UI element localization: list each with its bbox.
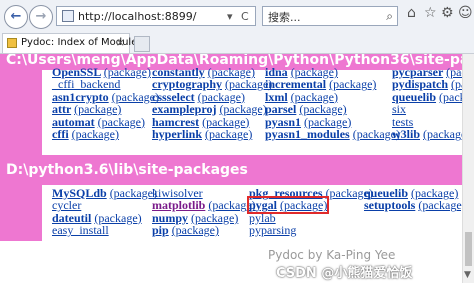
forward-button[interactable]: → xyxy=(29,5,53,29)
new-tab-button[interactable] xyxy=(134,36,150,52)
section-gutter xyxy=(0,185,42,241)
smiley-icon[interactable]: ☺ xyxy=(458,5,473,21)
module-column: pycparser (package) pydispatch (package)… xyxy=(392,66,462,140)
search-input[interactable]: 搜索... xyxy=(268,9,301,25)
csdn-watermark: CSDN @小熊猫爱恰饭 xyxy=(276,266,413,281)
scroll-down-icon[interactable]: ▼ xyxy=(464,270,471,280)
url-text: http://localhost:8899/ xyxy=(78,10,197,23)
module-item[interactable]: setuptools (package) xyxy=(364,199,462,211)
browser-chrome: ← → http://localhost:8899/ ▾ C 搜索... ⌕ ⌂… xyxy=(0,0,474,54)
module-item[interactable]: pip (package) xyxy=(152,224,256,236)
module-column: idna (package) incremental (package) lxm… xyxy=(265,66,400,140)
module-column: queuelib (package) setuptools (package) xyxy=(364,187,462,212)
section-header-site-packages: D:\python3.6\lib\site-packages xyxy=(0,155,462,185)
module-item[interactable]: easy_install xyxy=(52,224,157,236)
refresh-icon[interactable]: C xyxy=(241,10,249,23)
module-column: constantly (package) cryptography (packa… xyxy=(152,66,272,140)
footer-watermark: Pydoc by Ka-Ping Yee xyxy=(268,248,396,262)
tab-favicon-icon xyxy=(7,38,17,48)
module-column: pkg_resources (package) pygal (package) … xyxy=(246,187,373,237)
module-item[interactable]: w3lib (package) xyxy=(392,128,462,140)
module-column: OpenSSL (package) _cffi_backend asn1cryp… xyxy=(52,66,159,140)
module-item[interactable]: pyparsing xyxy=(249,224,373,236)
tab-pydoc[interactable]: Pydoc: Index of Modules × xyxy=(2,33,143,53)
back-button[interactable]: ← xyxy=(4,5,28,29)
section-heading: D:\python3.6\lib\site-packages xyxy=(6,162,248,178)
module-column: kiwisolver matplotlib (package) numpy (p… xyxy=(152,187,256,237)
gear-icon[interactable]: ⚙ xyxy=(441,5,454,21)
scrollbar-thumb[interactable] xyxy=(465,232,472,266)
module-item[interactable]: cffi (package) xyxy=(52,128,159,140)
star-icon[interactable]: ☆ xyxy=(424,5,437,21)
search-box[interactable]: 搜索... ⌕ xyxy=(262,6,398,26)
close-icon[interactable]: × xyxy=(116,36,125,49)
home-icon[interactable]: ⌂ xyxy=(407,5,416,21)
dropdown-icon[interactable]: ▾ xyxy=(227,10,233,23)
search-icon[interactable]: ⌕ xyxy=(386,9,393,24)
module-item[interactable]: pyasn1_modules (package) xyxy=(265,128,400,140)
module-item[interactable]: hyperlink (package) xyxy=(152,128,272,140)
vertical-scrollbar[interactable]: ▼ xyxy=(462,54,474,283)
address-bar[interactable]: http://localhost:8899/ ▾ C xyxy=(56,6,256,26)
module-column: MySQLdb (package) cycler dateutil (packa… xyxy=(52,187,157,237)
page-icon xyxy=(62,10,74,22)
